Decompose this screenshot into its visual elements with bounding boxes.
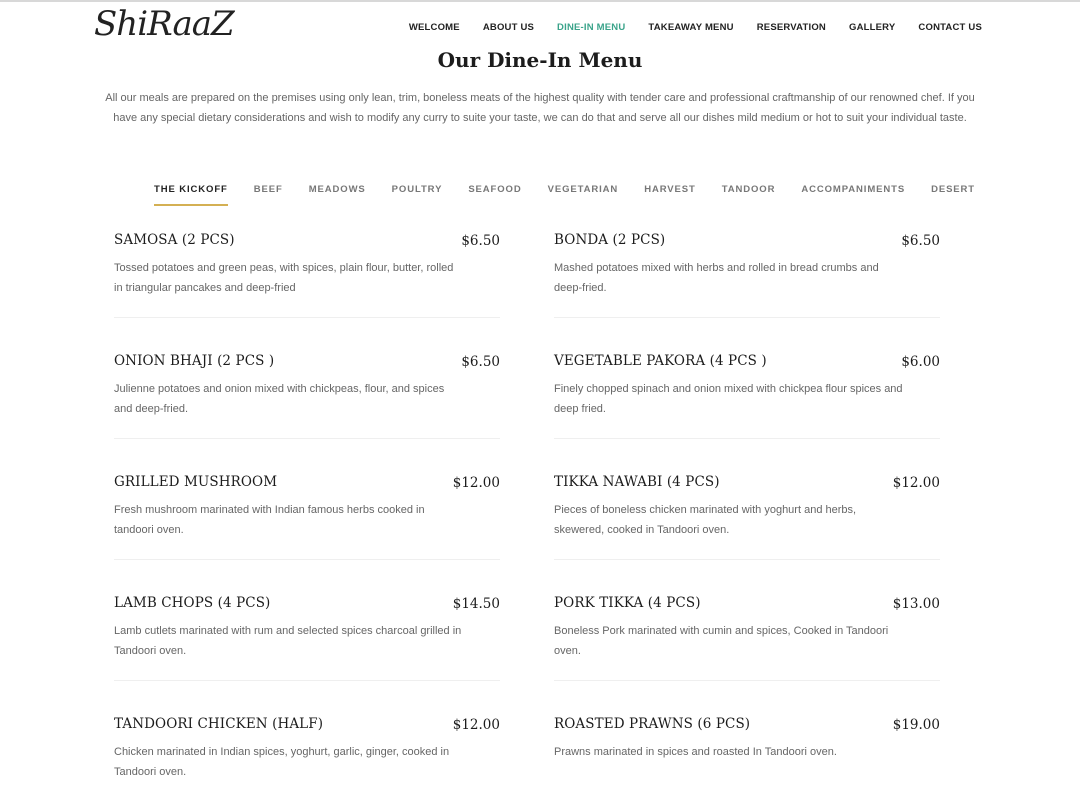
menu-item-name: SAMOSA (2 PCS): [114, 232, 235, 248]
menu-item-name: ROASTED PRAWNS (6 PCS): [554, 716, 751, 732]
menu-item: TANDOORI CHICKEN (HALF) $12.00 Chicken m…: [114, 716, 500, 810]
site-logo[interactable]: ShiRaaZ: [94, 4, 235, 44]
menu-item-description: Fresh mushroom marinated with Indian fam…: [114, 504, 425, 536]
tab-meadows[interactable]: MEADOWS: [309, 184, 366, 206]
menu-item-name: PORK TIKKA (4 PCS): [554, 595, 701, 611]
menu-item-price: $12.00: [452, 717, 500, 733]
top-border: [0, 0, 1080, 2]
menu-item: VEGETABLE PAKORA (4 PCS ) $6.00 Finely c…: [554, 353, 940, 453]
divider: [554, 559, 940, 560]
menu-item: BONDA (2 PCS) $6.50 Mashed potatoes mixe…: [554, 232, 940, 332]
tab-vegetarian[interactable]: VEGETARIAN: [548, 184, 619, 206]
menu-item-description: Finely chopped spinach and onion mixed w…: [554, 383, 903, 415]
menu-item-description: Tossed potatoes and green peas, with spi…: [114, 262, 454, 294]
menu-item-name: BONDA (2 PCS): [554, 232, 666, 248]
menu-item-description: Julienne potatoes and onion mixed with c…: [114, 383, 445, 415]
menu-item-price: $12.00: [452, 475, 500, 491]
nav-takeaway-menu[interactable]: TAKEAWAY MENU: [648, 22, 733, 33]
menu-item-description: Boneless Pork marinated with cumin and s…: [554, 625, 889, 657]
menu-item: TIKKA NAWABI (4 PCS) $12.00 Pieces of bo…: [554, 474, 940, 574]
tab-poultry[interactable]: POULTRY: [392, 184, 443, 206]
tab-the-kickoff[interactable]: THE KICKOFF: [154, 184, 228, 206]
nav-gallery[interactable]: GALLERY: [849, 22, 895, 33]
divider: [554, 438, 940, 439]
tab-accompaniments[interactable]: ACCOMPANIMENTS: [801, 184, 905, 206]
menu-item-price: $6.50: [461, 354, 500, 370]
page-title: Our Dine-In Menu: [437, 48, 643, 72]
nav-contact-us[interactable]: CONTACT US: [918, 22, 982, 33]
tab-harvest[interactable]: HARVEST: [644, 184, 696, 206]
divider: [554, 680, 940, 681]
menu-item: ROASTED PRAWNS (6 PCS) $19.00 Prawns mar…: [554, 716, 940, 810]
menu-item-description: Mashed potatoes mixed with herbs and rol…: [554, 262, 879, 294]
divider: [114, 438, 500, 439]
menu-item: LAMB CHOPS (4 PCS) $14.50 Lamb cutlets m…: [114, 595, 500, 695]
menu-item-price: $12.00: [892, 475, 940, 491]
menu-item: ONION BHAJI (2 PCS ) $6.50 Julienne pota…: [114, 353, 500, 453]
intro-text: All our meals are prepared on the premis…: [105, 92, 975, 124]
main-nav: WELCOME ABOUT US DINE-IN MENU TAKEAWAY M…: [386, 22, 982, 33]
nav-reservation[interactable]: RESERVATION: [757, 22, 826, 33]
menu-item-description: Pieces of boneless chicken marinated wit…: [554, 504, 857, 536]
nav-dine-in-menu[interactable]: DINE-IN MENU: [557, 22, 625, 33]
tab-tandoor[interactable]: TANDOOR: [722, 184, 776, 206]
menu-item-name: LAMB CHOPS (4 PCS): [114, 595, 271, 611]
menu-item: GRILLED MUSHROOM $12.00 Fresh mushroom m…: [114, 474, 500, 574]
divider: [554, 317, 940, 318]
menu-item: PORK TIKKA (4 PCS) $13.00 Boneless Pork …: [554, 595, 940, 695]
menu-item-price: $13.00: [892, 596, 940, 612]
menu-item-price: $19.00: [892, 717, 940, 733]
menu-item: SAMOSA (2 PCS) $6.50 Tossed potatoes and…: [114, 232, 500, 332]
divider: [114, 559, 500, 560]
menu-item-name: ONION BHAJI (2 PCS ): [114, 353, 275, 369]
menu-item-name: TIKKA NAWABI (4 PCS): [554, 474, 720, 490]
menu-category-tabs: THE KICKOFF BEEF MEADOWS POULTRY SEAFOOD…: [154, 184, 1001, 206]
menu-item-description: Prawns marinated in spices and roasted I…: [554, 746, 837, 758]
tab-seafood[interactable]: SEAFOOD: [468, 184, 521, 206]
menu-item-name: VEGETABLE PAKORA (4 PCS ): [554, 353, 767, 369]
menu-item-price: $6.00: [901, 354, 940, 370]
tab-desert[interactable]: DESERT: [931, 184, 975, 206]
tab-beef[interactable]: BEEF: [254, 184, 283, 206]
nav-welcome[interactable]: WELCOME: [409, 22, 460, 33]
menu-item-name: TANDOORI CHICKEN (HALF): [114, 716, 324, 732]
divider: [114, 317, 500, 318]
menu-item-price: $6.50: [461, 233, 500, 249]
divider: [114, 680, 500, 681]
menu-item-name: GRILLED MUSHROOM: [114, 474, 278, 490]
nav-about-us[interactable]: ABOUT US: [483, 22, 534, 33]
menu-item-description: Chicken marinated in Indian spices, yogh…: [114, 746, 450, 778]
menu-item-description: Lamb cutlets marinated with rum and sele…: [114, 625, 462, 657]
menu-item-price: $6.50: [901, 233, 940, 249]
menu-item-price: $14.50: [452, 596, 500, 612]
